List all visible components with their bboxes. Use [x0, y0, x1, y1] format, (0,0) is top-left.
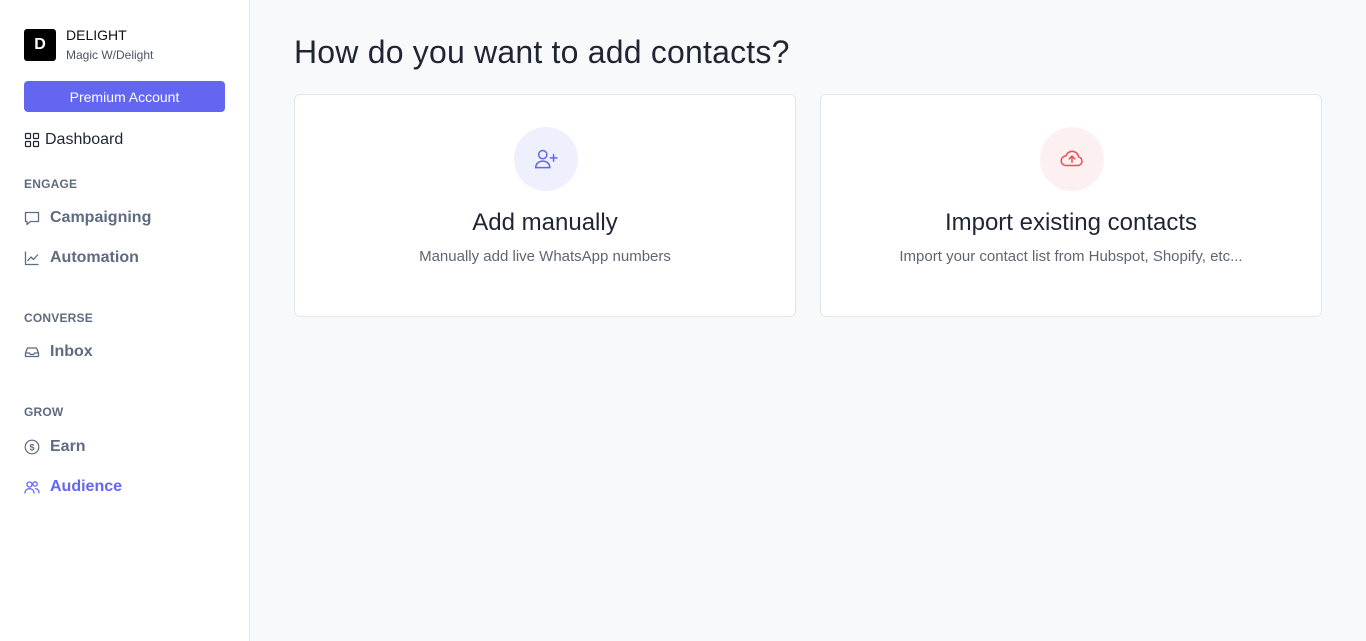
svg-text:$: $	[29, 442, 34, 452]
section-label-converse: CONVERSE	[24, 311, 93, 325]
sidebar-item-automation[interactable]: Automation	[24, 249, 139, 267]
brand-text: DELIGHT Magic W/Delight	[66, 28, 153, 61]
user-plus-icon	[514, 127, 578, 191]
inbox-icon	[24, 344, 40, 360]
message-icon	[24, 210, 40, 226]
grid-icon	[24, 132, 40, 148]
sidebar-item-inbox[interactable]: Inbox	[24, 343, 93, 361]
dollar-icon: $	[24, 439, 40, 455]
sidebar: D DELIGHT Magic W/Delight Premium Accoun…	[0, 0, 250, 641]
sidebar-item-label: Earn	[50, 438, 86, 455]
card-title: Import existing contacts	[944, 209, 1198, 236]
sidebar-item-audience[interactable]: Audience	[24, 478, 122, 496]
brand-logo: D	[24, 28, 56, 61]
sidebar-item-label: Audience	[50, 478, 123, 495]
app: D DELIGHT Magic W/Delight Premium Accoun…	[0, 0, 1366, 641]
cloud-upload-icon	[1040, 127, 1104, 191]
sidebar-item-label: Inbox	[50, 343, 93, 360]
card-title: Add manually	[472, 209, 618, 236]
section-label-engage: ENGAGE	[24, 177, 78, 191]
import-contacts-card[interactable]: Import existing contacts Import your con…	[820, 94, 1322, 317]
main-content: How do you want to add contacts? Add man…	[250, 0, 1366, 641]
sidebar-item-label: Automation	[50, 249, 139, 266]
sidebar-item-label: Dashboard	[45, 131, 124, 148]
page-title: How do you want to add contacts?	[294, 34, 790, 70]
brand[interactable]: D DELIGHT Magic W/Delight	[24, 28, 153, 61]
brand-name: DELIGHT	[66, 27, 127, 43]
sidebar-item-campaigning[interactable]: Campaigning	[24, 209, 151, 227]
premium-account-button[interactable]: Premium Account	[24, 81, 225, 112]
users-icon	[24, 479, 40, 495]
sidebar-item-label: Campaigning	[50, 209, 152, 226]
section-label-grow: GROW	[24, 405, 64, 419]
add-manually-card[interactable]: Add manually Manually add live WhatsApp …	[294, 94, 796, 317]
card-description: Import your contact list from Hubspot, S…	[899, 248, 1243, 265]
sidebar-item-dashboard[interactable]: Dashboard	[24, 131, 123, 149]
brand-subtitle: Magic W/Delight	[66, 48, 154, 62]
sidebar-item-earn[interactable]: $ Earn	[24, 438, 86, 456]
line-chart-icon	[24, 250, 40, 266]
card-description: Manually add live WhatsApp numbers	[419, 248, 671, 265]
